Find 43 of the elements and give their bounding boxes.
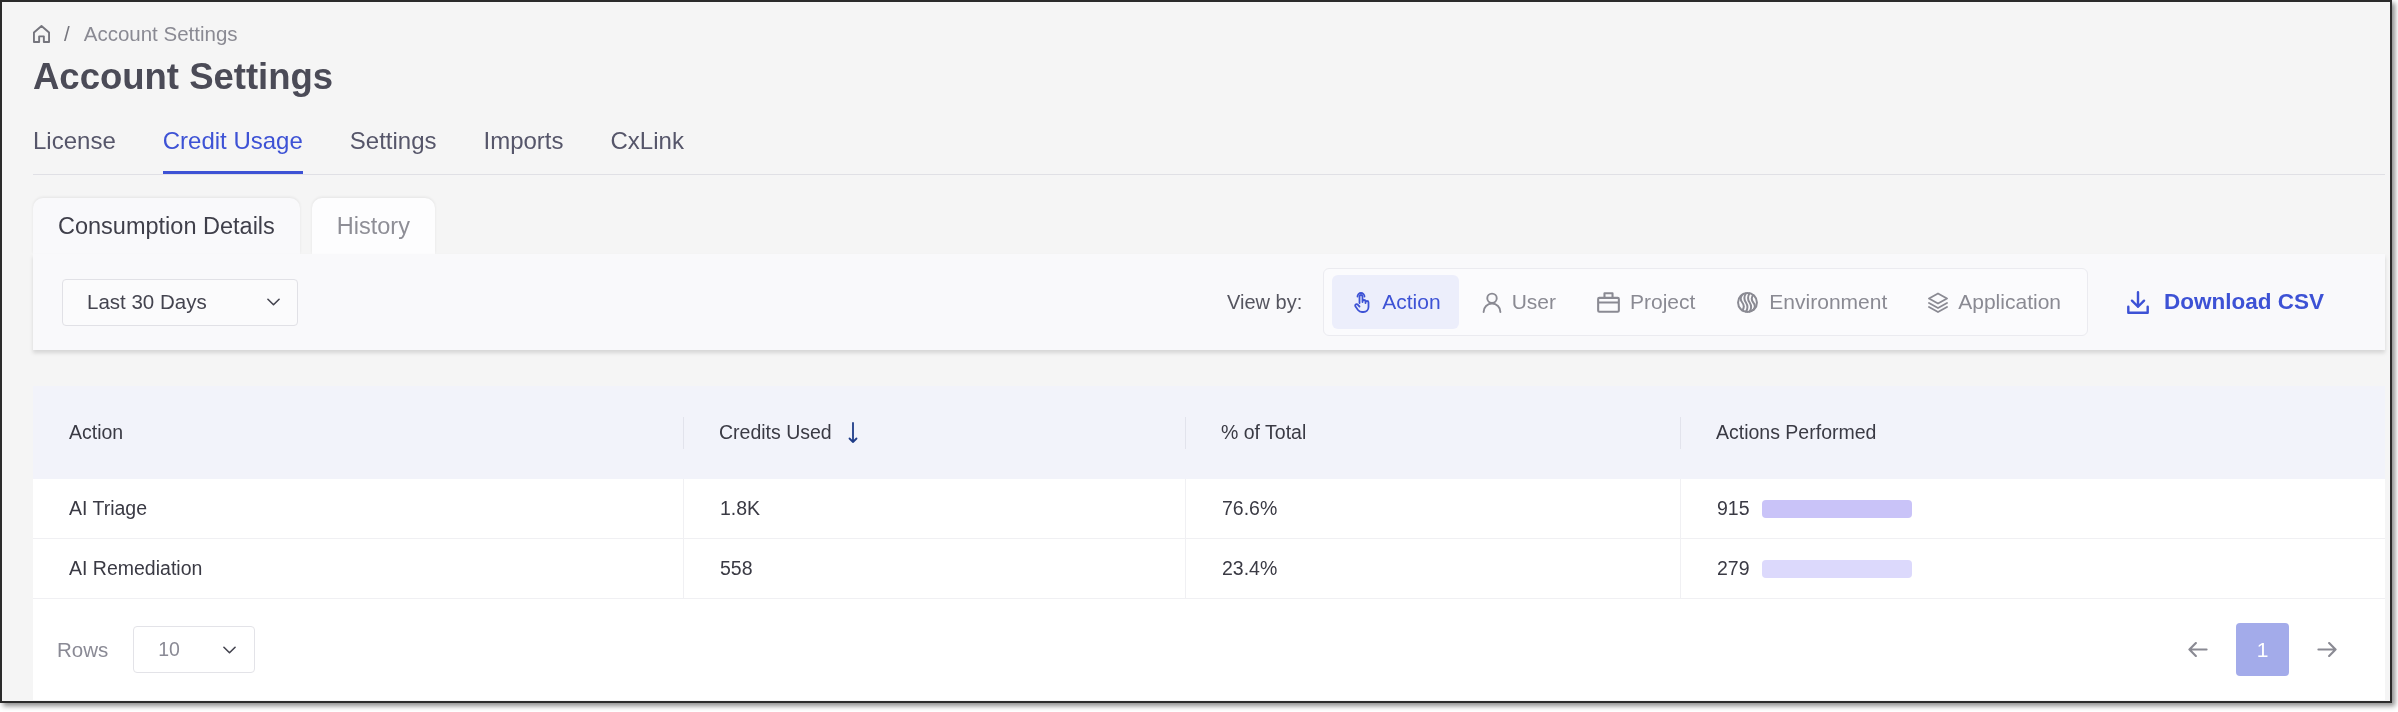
page-size-dropdown[interactable]: 10 bbox=[133, 626, 256, 673]
column-header: Credits Used bbox=[719, 421, 832, 444]
briefcase-icon bbox=[1597, 291, 1620, 313]
view-option[interactable]: Project bbox=[1577, 275, 1714, 329]
view-option[interactable]: User bbox=[1461, 275, 1574, 329]
action-count: 915 bbox=[1717, 497, 1750, 520]
view-option[interactable]: Environment bbox=[1716, 275, 1906, 329]
view-by-label: View by: bbox=[1227, 290, 1303, 314]
home-icon[interactable] bbox=[33, 25, 50, 43]
tab[interactable]: Settings bbox=[349, 116, 437, 174]
user-icon bbox=[1481, 291, 1502, 313]
arrow-left-icon bbox=[2188, 642, 2208, 657]
tab[interactable]: Imports bbox=[483, 116, 564, 174]
tab[interactable]: Credit Usage bbox=[162, 116, 303, 174]
table-cell-text: AI Triage bbox=[68, 496, 149, 521]
arrow-down-icon[interactable] bbox=[847, 421, 858, 444]
subtab[interactable]: History bbox=[311, 198, 435, 254]
table-cell-text: AI Remediation bbox=[68, 556, 204, 581]
table-cell: 1.8K bbox=[683, 479, 1185, 538]
arrow-right-icon bbox=[2317, 642, 2337, 657]
breadcrumb-current: Account Settings bbox=[83, 22, 238, 46]
period-dropdown[interactable]: Last 30 Days bbox=[62, 278, 298, 326]
rows-label: Rows bbox=[57, 637, 109, 662]
page-title: Account Settings bbox=[33, 56, 335, 98]
chevron-down-icon bbox=[223, 645, 237, 654]
chevron-down-icon bbox=[267, 298, 280, 306]
view-option[interactable]: Action bbox=[1332, 275, 1459, 329]
action-count: 279 bbox=[1717, 557, 1750, 580]
layers-icon bbox=[1928, 291, 1949, 313]
table-cell: 76.6% bbox=[1185, 479, 1680, 538]
table-cell: 23.4% bbox=[1185, 539, 1680, 598]
column-header: % of Total bbox=[1221, 421, 1307, 444]
table-cell: 558 bbox=[683, 539, 1185, 598]
striped-sphere-icon bbox=[1736, 291, 1760, 313]
view-option[interactable]: Application bbox=[1908, 275, 2079, 329]
subtab[interactable]: Consumption Details bbox=[33, 198, 300, 254]
column-header: Action bbox=[69, 421, 124, 444]
tab[interactable]: CxLink bbox=[610, 116, 684, 174]
breadcrumb-separator: / bbox=[64, 22, 70, 46]
column-header: Actions Performed bbox=[1716, 421, 1877, 444]
download-button[interactable]: Download CSV bbox=[2127, 289, 2324, 315]
download-icon bbox=[2127, 290, 2149, 314]
tab[interactable]: License bbox=[33, 116, 116, 174]
